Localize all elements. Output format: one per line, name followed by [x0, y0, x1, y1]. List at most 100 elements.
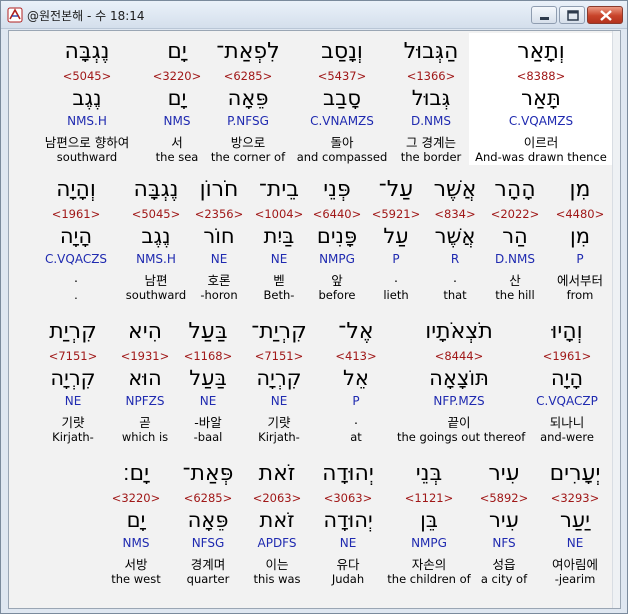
- korean-gloss: 방으로: [230, 135, 266, 150]
- strongs-number[interactable]: <1168>: [173, 349, 243, 363]
- strongs-number[interactable]: <1004>: [249, 207, 309, 221]
- title-bar[interactable]: @원전본해 - 수 18:14: [1, 1, 627, 29]
- word-cell[interactable]: אֲשֶׁר <834> אֲשֶׁר R. that: [427, 171, 483, 303]
- word-cell[interactable]: וְהָיָה <1961> הָיָה C.VQACZS..: [29, 171, 123, 303]
- word-cell[interactable]: יָם <3220> יָם NMS 서 the sea: [149, 33, 205, 165]
- vertical-scrollbar[interactable]: [612, 31, 620, 608]
- strongs-number[interactable]: <1931>: [117, 349, 173, 363]
- hebrew-word: יָם: [167, 39, 187, 64]
- strongs-number[interactable]: <7151>: [243, 349, 315, 363]
- word-cell[interactable]: יְהוּדָה <3063> יְהוּדָה NE 유다 Judah: [309, 455, 387, 587]
- word-cell[interactable]: אֶל־ <413> אֵל P. at: [315, 313, 397, 445]
- strongs-number[interactable]: <1961>: [521, 349, 612, 363]
- strongs-number[interactable]: <2063>: [245, 491, 309, 505]
- strongs-number[interactable]: <5045>: [123, 207, 189, 221]
- word-cell[interactable]: וְתָאַר <8388> תָּאַר C.VQAMZS 이르러 And-was dr…: [469, 33, 612, 165]
- strongs-number[interactable]: <3220>: [101, 491, 171, 505]
- word-cell[interactable]: יְעָרִים <3293> יַעַר NE 여아림에 -jearim: [537, 455, 612, 587]
- strongs-number[interactable]: <3063>: [309, 491, 387, 505]
- strongs-number[interactable]: <1961>: [29, 207, 123, 221]
- word-cell[interactable]: מִן <4480> מִן P 에서부터 from: [547, 171, 612, 303]
- strongs-number[interactable]: <834>: [427, 207, 483, 221]
- korean-gloss: 호론: [207, 273, 231, 288]
- word-cell[interactable]: תֹצְאֹתָיו <8444> תּוֹצָאָה NFP.MZS 끝이 the go…: [397, 313, 525, 445]
- strongs-number[interactable]: <1121>: [387, 491, 471, 505]
- lexical-root: הָיָה: [59, 224, 93, 248]
- strongs-number[interactable]: <8444>: [397, 349, 521, 363]
- word-cell[interactable]: זֹאת <2063> זֹאת APDFS 이는 this was: [245, 455, 309, 587]
- word-cell[interactable]: נֶגְבָּה <5045> נֶגֶב NMS.H 남편으로 향하여 southwar…: [25, 33, 149, 165]
- english-gloss: this was: [253, 572, 301, 586]
- hebrew-word: בֵית־: [258, 177, 300, 202]
- word-cell[interactable]: הָהָר <2022> הַר D.NMS 산 the hill: [483, 171, 547, 303]
- word-cell[interactable]: קִרְיַת <7151> קִרְיָה NE 기럇 Kirjath-: [29, 313, 117, 445]
- strongs-number[interactable]: <8388>: [469, 69, 612, 83]
- parsing-code: NMPG: [319, 252, 355, 266]
- minimize-button[interactable]: [531, 6, 557, 24]
- strongs-number[interactable]: <3220>: [149, 69, 205, 83]
- english-gloss: Kirjath-: [52, 430, 94, 444]
- english-gloss: the border: [400, 150, 462, 164]
- korean-gloss: 자손의: [411, 557, 447, 572]
- word-cell[interactable]: לִפְאַת־ <6285> פֵּאָה P.NFSG 방으로 the corner …: [205, 33, 291, 165]
- word-cell[interactable]: הַגְּבוּל <1366> גְּבוּל D.NMS 그 경계는 the bord…: [393, 33, 469, 165]
- strongs-number[interactable]: <413>: [315, 349, 397, 363]
- strongs-number[interactable]: <5437>: [291, 69, 393, 83]
- strongs-number[interactable]: <5045>: [25, 69, 149, 83]
- interlinear-view[interactable]: וְתָאַר <8388> תָּאַר C.VQAMZS 이르러 And-was dr…: [8, 30, 621, 609]
- hebrew-word: בְּנֵי: [415, 461, 443, 486]
- strongs-number[interactable]: <3293>: [537, 491, 612, 505]
- lexical-root: בֵּן: [420, 508, 438, 532]
- word-cell[interactable]: פְּנֵי <6440> פָּנִים NMPG 앞 before: [309, 171, 365, 303]
- word-cell[interactable]: הִיא <1931> הוּא NPFZS 곧 which is: [117, 313, 173, 445]
- strongs-number[interactable]: <6285>: [205, 69, 291, 83]
- korean-gloss: 경계며: [190, 557, 226, 572]
- verse-line: יְעָרִים <3293> יַעַר NE 여아림에 -jearim עִיר <589…: [13, 455, 612, 587]
- strongs-number[interactable]: <4480>: [547, 207, 612, 221]
- strongs-number[interactable]: <6285>: [171, 491, 245, 505]
- word-cell[interactable]: קִרְיַת־ <7151> קִרְיָה NE 기럇 Kirjath-: [243, 313, 315, 445]
- strongs-number[interactable]: <2356>: [189, 207, 249, 221]
- korean-gloss: 돌아: [330, 135, 354, 150]
- lexical-root: עִיר: [489, 508, 519, 532]
- maximize-button[interactable]: [559, 6, 585, 24]
- english-gloss: from: [566, 288, 594, 302]
- parsing-code: P: [576, 252, 584, 266]
- lexical-root: גְּבוּל: [411, 86, 451, 110]
- word-cell[interactable]: בֵית־ <1004> בַּיִת NE 벧 Beth-: [249, 171, 309, 303]
- parsing-code: P: [392, 252, 400, 266]
- word-cell[interactable]: עַל־ <5921> עַל P. lieth: [365, 171, 427, 303]
- korean-gloss: 서: [171, 135, 183, 150]
- strongs-number[interactable]: <5892>: [471, 491, 537, 505]
- word-cell[interactable]: וְהָיוּ <1961> הָיָה C.VQACZP 되나니 and-were: [521, 313, 612, 445]
- english-gloss: lieth: [383, 288, 409, 302]
- strongs-number[interactable]: <1366>: [393, 69, 469, 83]
- strongs-number[interactable]: <6440>: [309, 207, 365, 221]
- verse-line: וְתָאַר <8388> תָּאַר C.VQAMZS 이르러 And-was dr…: [13, 33, 612, 165]
- hebrew-word: וְתָאַר: [517, 39, 565, 64]
- hebrew-word: וְהָיוּ: [551, 319, 583, 344]
- window-title: @원전본해 - 수 18:14: [27, 9, 145, 23]
- english-gloss: southward: [56, 150, 118, 164]
- word-cell[interactable]: וְנָסַב <5437> סָבַב C.VNAMZS 돌아 and compasse…: [291, 33, 393, 165]
- strongs-number[interactable]: <7151>: [29, 349, 117, 363]
- strongs-number[interactable]: <5921>: [365, 207, 427, 221]
- word-cell[interactable]: פְּאַת־ <6285> פֵּאָה NFSG 경계며 quarter: [171, 455, 245, 587]
- word-cell[interactable]: יָם׃ <3220> יָם NMS 서방 the west: [101, 455, 171, 587]
- lexical-root: זֹאת: [259, 508, 295, 532]
- korean-gloss: .: [74, 270, 78, 285]
- app-icon: [7, 7, 23, 23]
- english-gloss: which is: [121, 430, 169, 444]
- lexical-root: תָּאַר: [521, 86, 561, 110]
- lexical-root: הַר: [502, 224, 528, 248]
- word-cell[interactable]: בְּנֵי <1121> בֵּן NMPG 자손의 the children of: [387, 455, 471, 587]
- strongs-number[interactable]: <2022>: [483, 207, 547, 221]
- hebrew-word: אֲשֶׁר: [433, 177, 477, 202]
- parsing-code: NMPG: [411, 536, 447, 550]
- word-cell[interactable]: בַּעַל <1168> בַּעַל NE -바알 -baal: [173, 313, 243, 445]
- word-cell[interactable]: עִיר <5892> עִיר NFS 성읍 a city of: [471, 455, 537, 587]
- word-cell[interactable]: נֶגְבָּה <5045> נֶגֶב NMS.H 남편 southward: [123, 171, 189, 303]
- lexical-root: נֶגֶב: [141, 224, 171, 248]
- word-cell[interactable]: חֹרוֹן <2356> חוֹר NE 호론 -horon: [189, 171, 249, 303]
- close-button[interactable]: [587, 6, 623, 24]
